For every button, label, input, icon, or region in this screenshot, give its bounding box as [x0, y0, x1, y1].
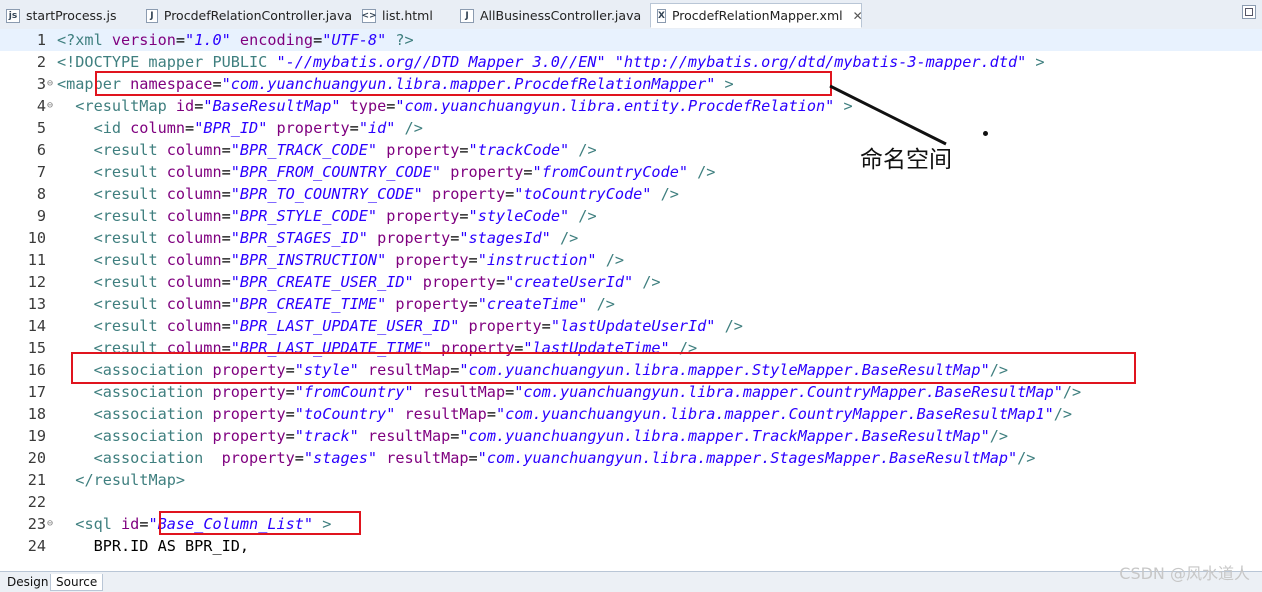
tab-design[interactable]: Design — [2, 574, 53, 591]
watermark: CSDN @风水道人 — [1119, 564, 1250, 583]
namespace-annotation-label: 命名空间 — [860, 147, 952, 173]
editor-mode-tabs: Design Source — [0, 571, 1262, 592]
annotation-dot — [983, 131, 988, 136]
annotation-arrow — [829, 84, 947, 146]
tab-source[interactable]: Source — [50, 574, 104, 591]
